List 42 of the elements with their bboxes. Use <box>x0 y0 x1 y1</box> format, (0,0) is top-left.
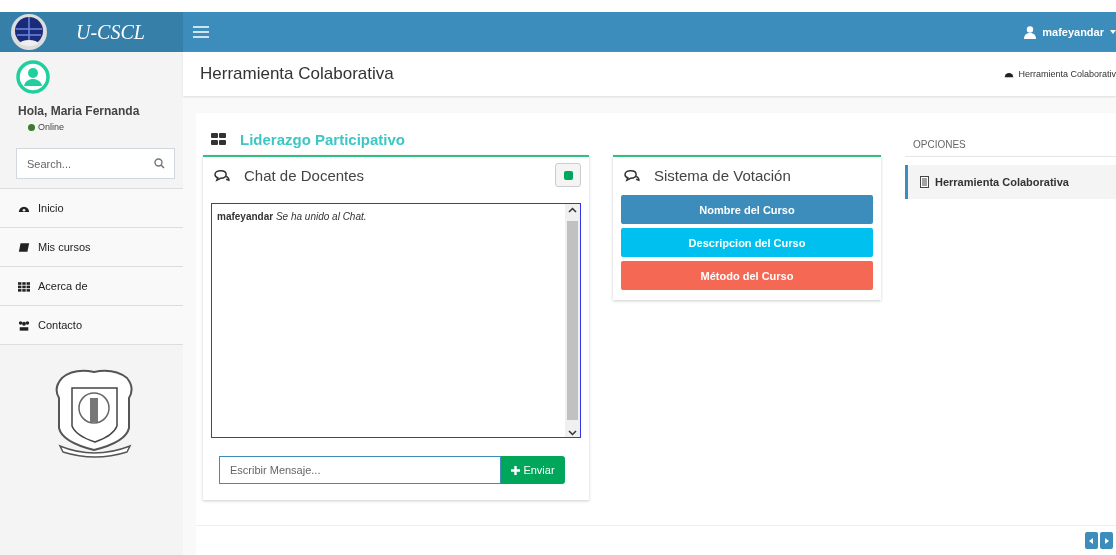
sidebar-item[interactable]: Acerca de <box>0 267 183 306</box>
globe-logo-icon <box>10 13 48 51</box>
search-field[interactable]: Search... <box>16 148 175 179</box>
scrollbar[interactable] <box>565 204 580 437</box>
grid-icon <box>18 280 30 292</box>
scroll-up-icon[interactable] <box>568 206 577 215</box>
chat-icon <box>213 168 230 182</box>
page-title: Herramienta Colaborativa <box>200 64 394 84</box>
book-icon <box>18 241 30 253</box>
menu-icon[interactable] <box>193 25 209 39</box>
user-icon <box>1024 25 1037 39</box>
users-icon <box>18 319 30 331</box>
sidebar-item[interactable]: Inicio <box>0 189 183 228</box>
chat-message: mafeyandar Se ha unido al Chat. <box>217 211 368 222</box>
next-button[interactable] <box>1100 532 1113 549</box>
dashboard-grid-icon <box>211 133 226 145</box>
panel-title: Sistema de Votación <box>654 166 791 184</box>
sidebar-item[interactable]: Mis cursos <box>0 228 183 267</box>
status-dot <box>28 123 35 131</box>
search-icon <box>154 158 165 169</box>
previous-button[interactable] <box>1085 532 1098 549</box>
document-icon <box>920 176 929 188</box>
status-toggle[interactable] <box>555 163 581 187</box>
vote-button[interactable]: Nombre del Curso <box>621 195 873 224</box>
chat-icon <box>623 168 640 182</box>
status-text: Online <box>38 122 64 132</box>
greeting: Hola, Maria Fernanda <box>18 104 141 118</box>
caret-icon <box>1110 30 1116 34</box>
message-input[interactable]: Escribir Mensaje... <box>219 456 501 484</box>
brand-name: U-CSCL <box>76 20 145 44</box>
breadcrumb-link[interactable]: Herramienta Colaborativ <box>1018 69 1116 79</box>
options-item[interactable]: Herramienta Colaborativa <box>905 165 1116 199</box>
section-title: Liderazgo Participativo <box>240 130 406 148</box>
sidebar-item[interactable]: Contacto <box>0 306 183 345</box>
options-heading: OPCIONES <box>905 139 1116 157</box>
scroll-down-icon[interactable] <box>568 428 577 437</box>
avatar-icon <box>16 60 50 94</box>
plus-icon <box>511 465 521 475</box>
right-triangle-icon <box>1104 537 1109 544</box>
user-menu[interactable]: mafeyandar <box>1024 25 1116 39</box>
panel-title: Chat de Docentes <box>244 166 365 184</box>
left-triangle-icon <box>1089 537 1094 544</box>
